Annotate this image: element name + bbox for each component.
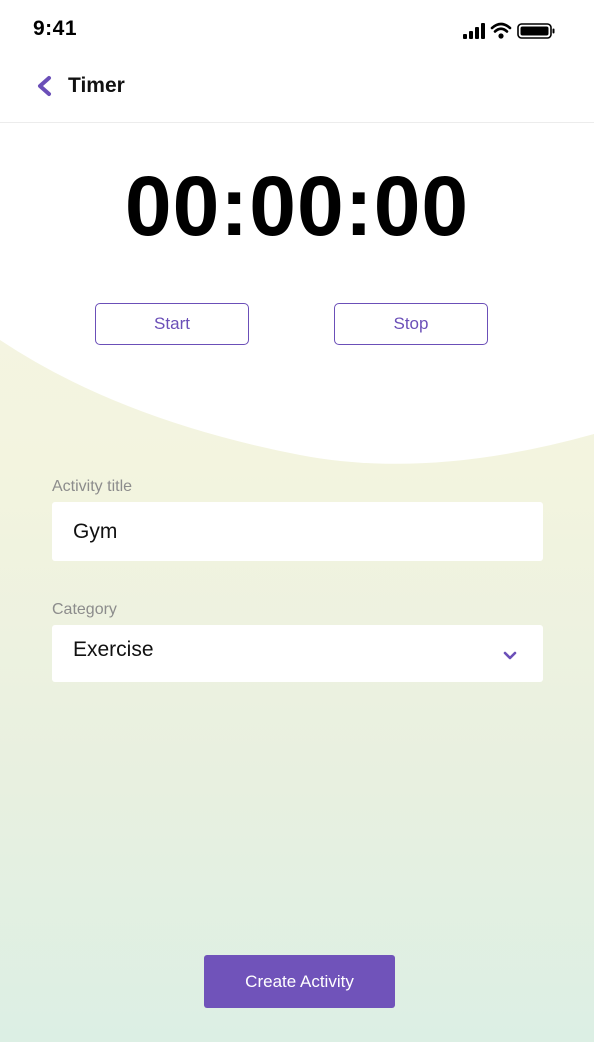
chevron-down-icon [503,651,517,660]
status-icons [463,22,555,39]
status-time: 9:41 [33,17,78,40]
chevron-left-icon [38,76,51,96]
battery-icon [517,23,555,39]
back-button[interactable]: Timer [34,72,125,100]
nav-bar: Timer [0,60,594,123]
create-activity-button[interactable]: Create Activity [204,955,395,1008]
timer-display: 00:00:00 [124,159,470,253]
stop-button[interactable]: Stop [334,303,488,345]
start-button[interactable]: Start [95,303,249,345]
page-title: Timer [68,74,125,97]
signal-icon [463,23,485,39]
category-select[interactable]: Exercise [52,625,543,682]
status-bar: 9:41 [0,0,594,60]
category-value: Exercise [73,638,154,661]
wifi-icon [490,22,512,39]
activity-title-input[interactable] [52,502,543,561]
category-label: Category [52,601,117,618]
activity-title-label: Activity title [52,478,133,495]
